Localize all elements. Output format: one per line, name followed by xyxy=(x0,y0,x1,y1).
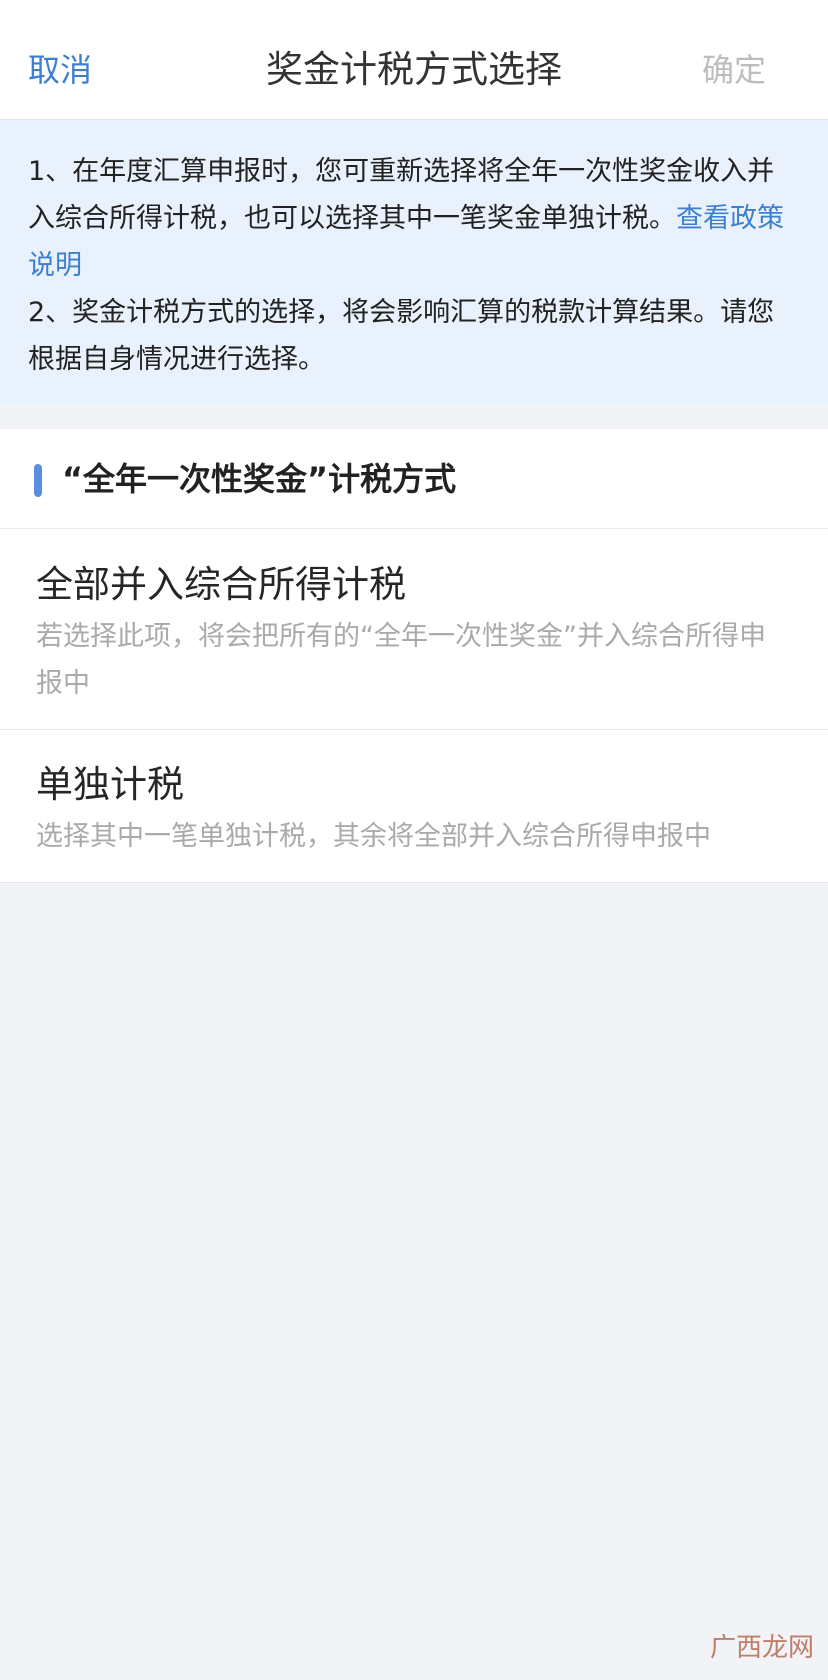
option-title: 全部并入综合所得计税 xyxy=(36,563,406,606)
option-title: 单独计税 xyxy=(36,763,184,806)
notice-panel: 1、在年度汇算申报时，您可重新选择将全年一次性奖金收入并入综合所得计税，也可以选… xyxy=(0,120,828,404)
option-merge-all[interactable]: 全部并入综合所得计税 若选择此项，将会把所有的“全年一次性奖金”并入综合所得申报… xyxy=(0,529,828,730)
option-description: 若选择此项，将会把所有的“全年一次性奖金”并入综合所得申报中 xyxy=(36,621,766,699)
notice-item-1: 1、在年度汇算申报时，您可重新选择将全年一次性奖金收入并入综合所得计税，也可以选… xyxy=(28,148,800,289)
notice-item-1-text: 1、在年度汇算申报时，您可重新选择将全年一次性奖金收入并入综合所得计税，也可以选… xyxy=(28,156,775,234)
watermark: 广西龙网 xyxy=(709,1633,814,1663)
option-separate[interactable]: 单独计税 选择其中一笔单独计税，其余将全部并入综合所得申报中 xyxy=(0,730,828,882)
option-description: 选择其中一笔单独计税，其余将全部并入综合所得申报中 xyxy=(36,821,711,852)
tax-method-options: “全年一次性奖金”计税方式 全部并入综合所得计税 若选择此项，将会把所有的“全年… xyxy=(0,429,828,883)
confirm-button[interactable]: 确定 xyxy=(702,44,766,96)
section-header: “全年一次性奖金”计税方式 xyxy=(0,429,828,529)
section-accent-bar xyxy=(34,464,42,497)
cancel-button[interactable]: 取消 xyxy=(28,44,92,96)
notice-item-2: 2、奖金计税方式的选择，将会影响汇算的税款计算结果。请您根据自身情况进行选择。 xyxy=(28,297,775,375)
section-title: “全年一次性奖金”计税方式 xyxy=(62,460,457,498)
navigation-bar: 取消 奖金计税方式选择 确定 xyxy=(0,0,828,120)
